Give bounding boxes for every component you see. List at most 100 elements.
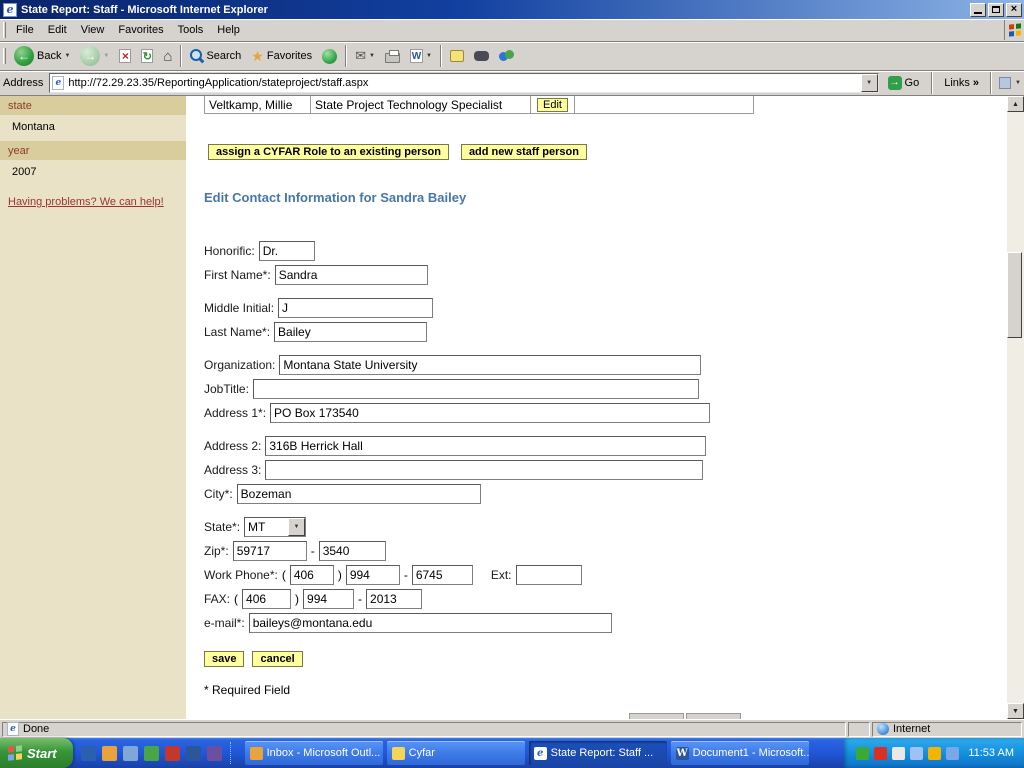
- scroll-up-button[interactable]: ▲: [1007, 96, 1024, 112]
- toolbar-separator: [931, 72, 933, 94]
- address-url[interactable]: http://72.29.23.35/ReportingApplication/…: [68, 77, 856, 89]
- assign-cyfar-role-button[interactable]: assign a CYFAR Role to an existing perso…: [208, 144, 449, 160]
- research-button[interactable]: [469, 43, 494, 69]
- tray-messenger-icon[interactable]: [946, 747, 959, 760]
- address1-input[interactable]: [270, 403, 710, 423]
- links-button[interactable]: Links »: [940, 77, 983, 89]
- task-cyfar-folder[interactable]: Cyfar: [387, 741, 525, 765]
- organization-input[interactable]: [279, 355, 701, 375]
- honorific-input[interactable]: [259, 241, 315, 261]
- task-state-report[interactable]: e State Report: Staff ...: [529, 741, 667, 765]
- job-title-input[interactable]: [253, 379, 699, 399]
- address-input[interactable]: e http://72.29.23.35/ReportingApplicatio…: [49, 73, 878, 93]
- scroll-thumb[interactable]: [1007, 252, 1022, 338]
- media-button[interactable]: [317, 43, 342, 69]
- toolbar-grip[interactable]: [3, 48, 6, 64]
- discuss-button[interactable]: [445, 43, 469, 69]
- fax-area-input[interactable]: [242, 589, 291, 609]
- fax-prefix-input[interactable]: [303, 589, 354, 609]
- vertical-scrollbar[interactable]: ▲ ▼: [1007, 96, 1024, 719]
- email-input[interactable]: [249, 613, 612, 633]
- middle-initial-input[interactable]: [278, 298, 433, 318]
- go-button[interactable]: → Go: [883, 75, 925, 91]
- state-selected-value: MT: [245, 520, 288, 534]
- task-word-document[interactable]: W Document1 - Microsoft...: [671, 741, 809, 765]
- minimize-button[interactable]: [970, 3, 986, 17]
- menu-tools[interactable]: Tools: [171, 21, 211, 39]
- menu-favorites[interactable]: Favorites: [111, 21, 170, 39]
- save-button[interactable]: save: [204, 651, 244, 667]
- tray-shield-icon[interactable]: [856, 747, 869, 760]
- edit-with-word-button[interactable]: W ▼: [405, 43, 437, 69]
- quick-launch-messenger-icon[interactable]: [207, 746, 222, 761]
- work-phone-line-input[interactable]: [412, 565, 473, 585]
- maximize-button[interactable]: [988, 3, 1004, 17]
- forward-dropdown-icon[interactable]: ▼: [103, 53, 109, 59]
- fax-line-input[interactable]: [366, 589, 422, 609]
- first-name-input[interactable]: [275, 265, 428, 285]
- work-phone-prefix-input[interactable]: [346, 565, 400, 585]
- quick-launch-outlook-icon[interactable]: [102, 746, 117, 761]
- forward-button[interactable]: → ▼: [75, 43, 114, 69]
- search-button[interactable]: Search: [185, 43, 246, 69]
- tray-antivirus-icon[interactable]: [874, 747, 887, 760]
- staff-empty-cell: [574, 96, 754, 114]
- help-link[interactable]: Having problems? We can help!: [8, 196, 178, 208]
- quick-launch-ie-icon[interactable]: [81, 746, 96, 761]
- menu-edit[interactable]: Edit: [41, 21, 74, 39]
- last-name-input[interactable]: [274, 322, 427, 342]
- standard-buttons-toolbar: ← Back ▼ → ▼ × ↻ ⌂ Search ★ Favorites: [0, 42, 1024, 71]
- address2-input[interactable]: [265, 436, 706, 456]
- quick-launch-show-desktop-icon[interactable]: [123, 746, 138, 761]
- add-new-staff-button[interactable]: add new staff person: [461, 144, 587, 160]
- messenger-button[interactable]: [494, 43, 519, 69]
- home-icon: ⌂: [163, 48, 172, 65]
- address-dropdown-button[interactable]: ▼: [861, 74, 878, 92]
- zip4-input[interactable]: [319, 541, 386, 561]
- edit-dropdown-icon[interactable]: ▼: [426, 53, 432, 59]
- refresh-button[interactable]: ↻: [136, 43, 158, 69]
- quick-launch-media-player-icon[interactable]: [144, 746, 159, 761]
- toolbar-extension-dropdown-icon[interactable]: ▼: [1015, 80, 1021, 86]
- tray-network-icon[interactable]: [910, 747, 923, 760]
- address3-input[interactable]: [265, 460, 703, 480]
- scroll-down-button[interactable]: ▼: [1007, 703, 1024, 719]
- tray-updates-icon[interactable]: [928, 747, 941, 760]
- menu-file[interactable]: File: [9, 21, 41, 39]
- zip5-input[interactable]: [233, 541, 307, 561]
- mail-dropdown-icon[interactable]: ▼: [369, 53, 375, 59]
- start-button[interactable]: Start: [0, 738, 73, 768]
- back-dropdown-icon[interactable]: ▼: [64, 53, 70, 59]
- mail-button[interactable]: ✉ ▼: [350, 43, 380, 69]
- stop-icon: ×: [119, 49, 131, 63]
- menu-help[interactable]: Help: [210, 21, 247, 39]
- first-name-label: First Name*:: [204, 268, 271, 282]
- scroll-track[interactable]: [1007, 112, 1024, 703]
- menu-grip[interactable]: [3, 22, 6, 38]
- quick-launch-word-icon[interactable]: [186, 746, 201, 761]
- tray-volume-icon[interactable]: [892, 747, 905, 760]
- zip-label: Zip*:: [204, 544, 229, 558]
- task-outlook[interactable]: Inbox - Microsoft Outl...: [245, 741, 383, 765]
- menu-view[interactable]: View: [74, 21, 112, 39]
- cancel-button[interactable]: cancel: [252, 651, 302, 667]
- ext-label: Ext:: [491, 568, 512, 582]
- staff-name-cell: Veltkamp, Millie: [204, 96, 311, 114]
- state-dropdown-button[interactable]: ▼: [288, 518, 305, 536]
- favorites-button[interactable]: ★ Favorites: [246, 43, 317, 69]
- close-button[interactable]: ×: [1006, 3, 1022, 17]
- edit-staff-button[interactable]: Edit: [537, 98, 568, 112]
- back-button[interactable]: ← Back ▼: [9, 43, 75, 69]
- address3-row: Address 3:: [204, 460, 1007, 480]
- work-phone-area-input[interactable]: [290, 565, 334, 585]
- staff-title-cell: State Project Technology Specialist: [310, 96, 531, 114]
- tray-clock[interactable]: 11:53 AM: [968, 747, 1014, 759]
- ext-input[interactable]: [516, 565, 582, 585]
- quick-launch-acrobat-icon[interactable]: [165, 746, 180, 761]
- city-input[interactable]: [237, 484, 481, 504]
- state-select[interactable]: MT ▼: [244, 517, 306, 537]
- stop-button[interactable]: ×: [114, 43, 136, 69]
- print-button[interactable]: [380, 43, 405, 69]
- home-button[interactable]: ⌂: [158, 43, 177, 69]
- toolbar-extension-icon[interactable]: [999, 77, 1011, 89]
